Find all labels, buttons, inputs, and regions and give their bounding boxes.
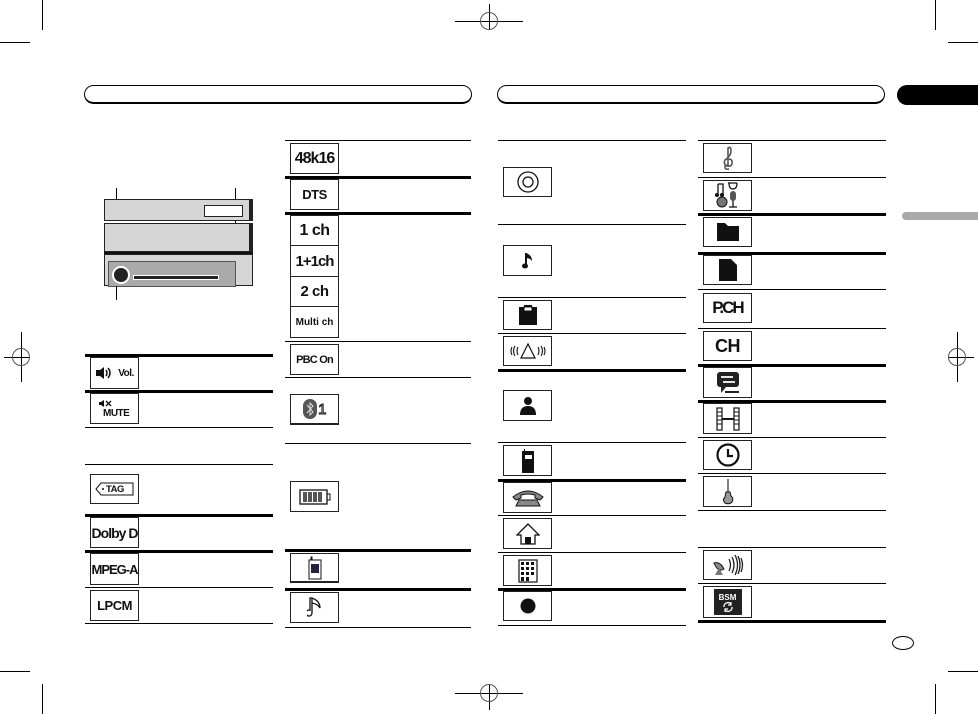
tag-icon: TAG — [90, 474, 139, 504]
divider — [498, 552, 686, 553]
telephone-icon — [503, 482, 552, 513]
crop-mark — [948, 42, 978, 43]
divider — [85, 587, 273, 588]
folder-icon — [703, 217, 752, 247]
divider — [698, 177, 886, 178]
crop-mark — [935, 684, 936, 714]
display-middle-section — [104, 223, 253, 252]
treble-clef-icon — [703, 143, 752, 173]
section-tab — [897, 85, 978, 105]
clock-icon — [703, 440, 752, 470]
divider — [498, 369, 686, 372]
divider — [285, 549, 471, 552]
preset-channel-icon: P.CH — [703, 293, 752, 323]
memory-card-icon — [503, 300, 552, 330]
divider — [285, 443, 471, 444]
divider — [698, 289, 886, 290]
divider — [698, 437, 886, 438]
divider — [498, 333, 686, 334]
phone-signal-icon — [290, 553, 339, 583]
crop-mark — [42, 0, 43, 30]
person-icon — [503, 390, 552, 421]
divider — [698, 213, 886, 216]
dts-icon: DTS — [290, 179, 339, 210]
divider — [498, 625, 686, 626]
dolby-d-icon: Dolby D — [90, 517, 139, 548]
display-top-section — [104, 199, 253, 221]
channel-1plus1ch-icon: 1+1ch — [290, 245, 339, 277]
crop-mark — [935, 0, 936, 30]
divider — [285, 588, 471, 591]
divider — [698, 620, 886, 623]
channel-icon: CH — [703, 331, 752, 361]
channel-1ch-icon: 1 ch — [290, 215, 339, 246]
pbc-on-icon: PBC On — [290, 344, 339, 375]
lpcm-icon: LPCM — [90, 590, 139, 621]
divider — [285, 341, 471, 342]
music-note-outline-icon — [290, 592, 339, 623]
bluetooth-icon: 1 — [290, 394, 339, 425]
volume-icon: Vol. — [90, 357, 139, 389]
divider — [498, 515, 686, 516]
divider — [498, 442, 686, 443]
disc-icon — [503, 167, 552, 197]
display-progress-bar — [133, 275, 219, 280]
divider — [698, 328, 886, 329]
crop-mark — [42, 684, 43, 714]
right-header-pill — [497, 85, 885, 104]
divider — [698, 583, 886, 584]
guitar-icon — [703, 476, 752, 507]
home-icon — [503, 518, 552, 549]
film-icon — [703, 403, 752, 434]
divider — [285, 627, 471, 628]
file-icon — [703, 255, 752, 285]
divider — [285, 140, 471, 141]
mobile-phone-icon — [503, 445, 552, 476]
sampling-rate-icon: 48k16 — [290, 143, 339, 174]
divider — [698, 547, 886, 548]
display-bottom-section — [104, 254, 253, 287]
battery-icon — [290, 481, 339, 512]
mute-icon: MUTE — [90, 393, 139, 424]
divider — [85, 464, 273, 465]
office-building-icon — [503, 555, 552, 586]
mpeg-a-icon: MPEG-A — [90, 553, 139, 585]
divider — [698, 510, 886, 511]
divider — [498, 224, 686, 225]
channel-2ch-icon: 2 ch — [290, 276, 339, 307]
channel-multi-icon: Multi ch — [290, 306, 339, 338]
display-knob — [112, 266, 130, 284]
music-note-icon — [503, 245, 552, 276]
divider — [85, 623, 273, 624]
vibration-alert-icon — [503, 336, 552, 366]
record-dot-icon — [503, 591, 552, 621]
divider — [698, 473, 886, 474]
divider — [698, 140, 886, 141]
divider — [498, 297, 686, 298]
crop-mark — [948, 671, 978, 672]
divider — [85, 427, 273, 428]
satellite-icon — [703, 550, 752, 580]
bsm-icon: BSM — [703, 586, 752, 618]
genre-icon — [703, 180, 752, 211]
divider — [498, 140, 686, 141]
section-side-tab — [902, 212, 978, 220]
crop-mark — [0, 671, 30, 672]
page-number — [892, 636, 914, 650]
message-icon — [703, 367, 752, 398]
crop-mark — [0, 42, 30, 43]
divider — [285, 377, 471, 378]
left-header-pill — [84, 85, 472, 104]
